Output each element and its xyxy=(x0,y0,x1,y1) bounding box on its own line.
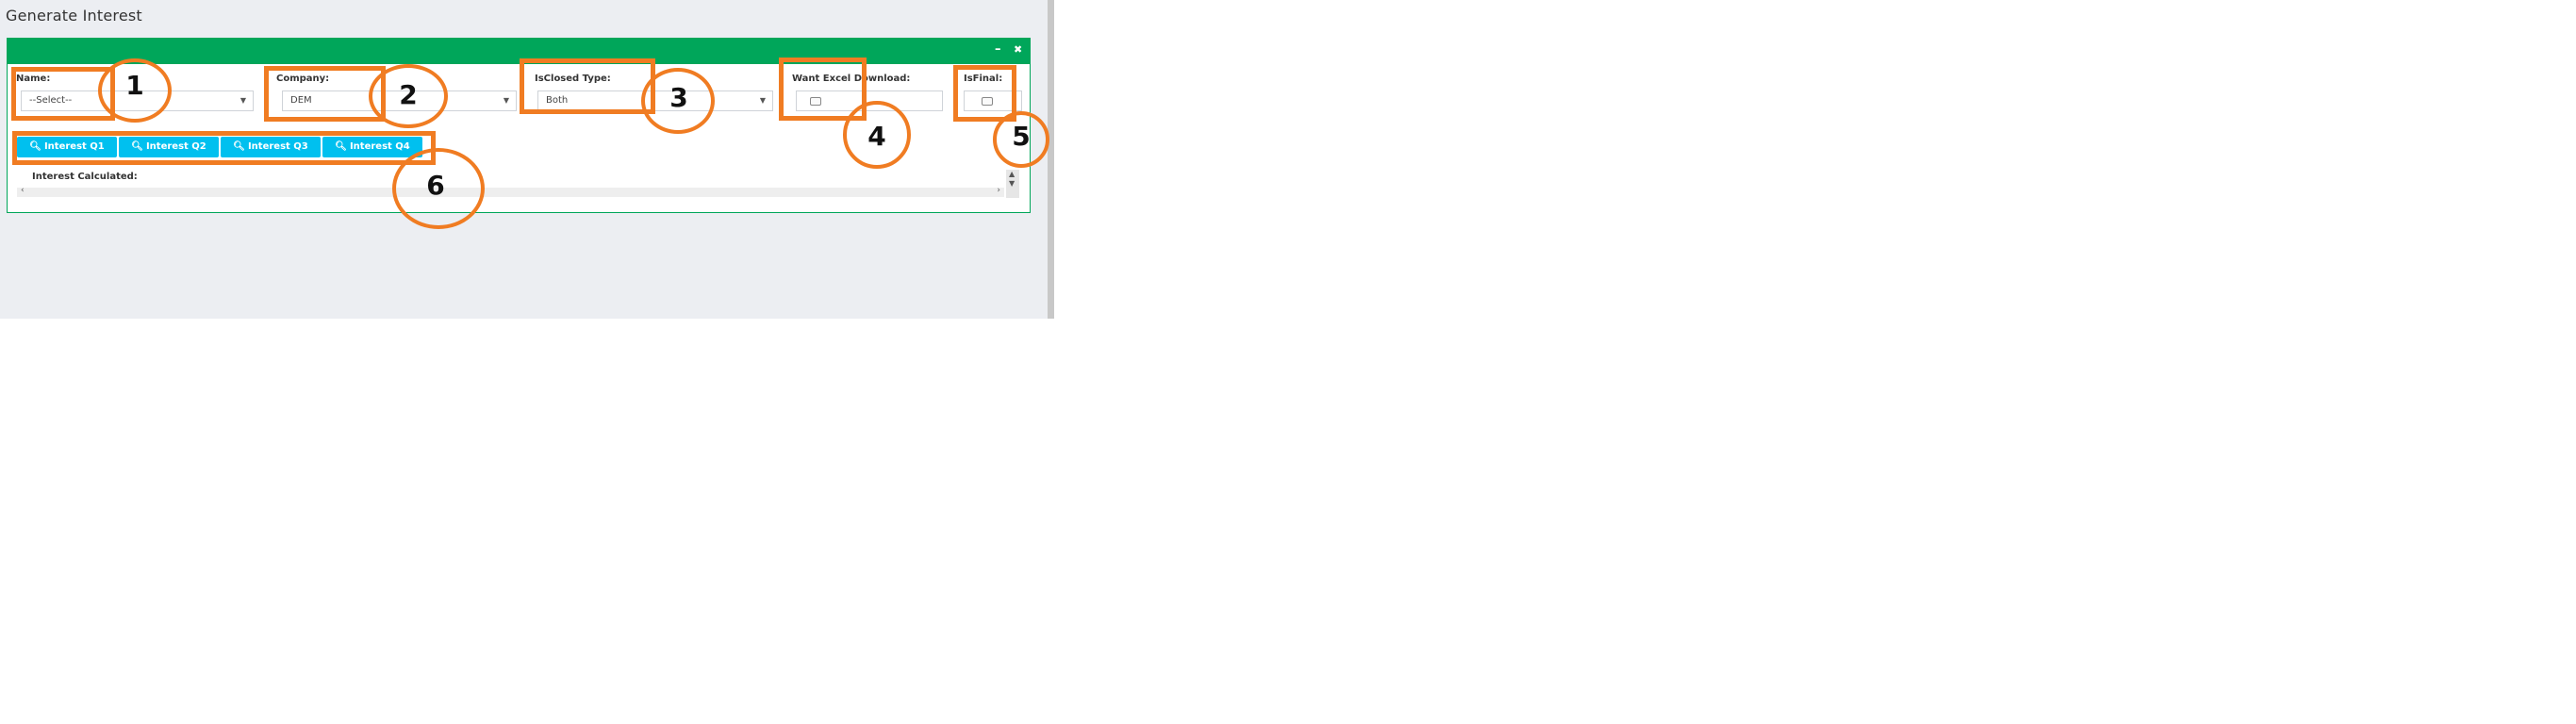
scroll-left-icon[interactable]: ‹ xyxy=(21,186,25,195)
panel-header: – ✖ xyxy=(7,38,1031,64)
annotation-number-6: 6 xyxy=(426,170,445,201)
annotation-box-3 xyxy=(520,58,655,114)
page-title: Generate Interest xyxy=(6,7,142,25)
annotation-number-1: 1 xyxy=(125,70,144,101)
scroll-down-icon[interactable]: ▼ xyxy=(1009,179,1015,188)
scroll-right-icon[interactable]: › xyxy=(997,186,1000,195)
scroll-up-icon[interactable]: ▲ xyxy=(1009,170,1015,178)
annotation-box-2 xyxy=(264,66,386,122)
chevron-down-icon: ▼ xyxy=(759,96,766,105)
annotation-number-2: 2 xyxy=(399,79,418,110)
horizontal-scrollbar[interactable]: ‹ › xyxy=(17,186,1004,197)
minimize-icon[interactable]: – xyxy=(995,42,1001,58)
chevron-down-icon: ▼ xyxy=(239,96,246,105)
close-icon[interactable]: ✖ xyxy=(1014,42,1022,58)
annotation-number-4: 4 xyxy=(867,121,886,152)
annotation-box-6 xyxy=(12,131,436,165)
interest-calculated-label: Interest Calculated: xyxy=(32,172,138,182)
vertical-scrollbar[interactable]: ▲ ▼ xyxy=(1006,170,1019,198)
page-scrollbar[interactable] xyxy=(1048,0,1054,319)
annotation-number-3: 3 xyxy=(669,82,688,113)
chevron-down-icon: ▼ xyxy=(503,96,509,105)
annotation-number-5: 5 xyxy=(1012,121,1031,152)
annotation-box-5 xyxy=(953,65,1016,122)
